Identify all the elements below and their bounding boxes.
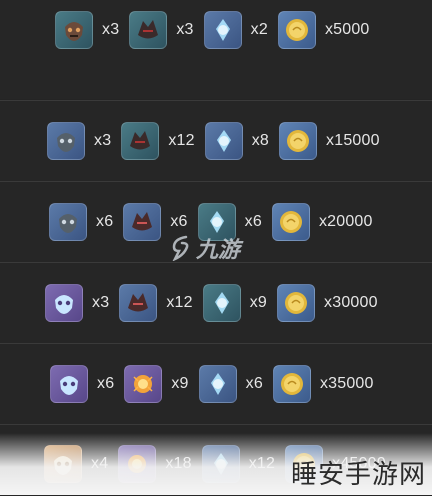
dark-helm-icon	[123, 203, 162, 241]
item-quantity: x6	[244, 213, 262, 230]
spirit-crystal-icon	[198, 365, 237, 403]
spirit-crystal-icon	[202, 284, 241, 322]
reward-row-2: x3 x12 x8 x15000	[0, 100, 432, 181]
item-quantity: x6	[97, 375, 115, 392]
item-quantity: x3	[176, 21, 194, 38]
reward-item: x3	[45, 284, 119, 322]
spirit-crystal-icon	[204, 122, 243, 160]
reward-item: x8	[204, 122, 279, 160]
reward-item: x9	[124, 365, 198, 403]
reward-item: x30000	[277, 284, 388, 322]
spirit-crystal-icon	[203, 11, 242, 49]
jiuyou-logo-icon	[172, 235, 189, 261]
beast-skull-icon	[47, 122, 85, 160]
gold-coin-icon	[271, 203, 310, 241]
reward-item: x3	[47, 122, 121, 160]
reward-row-5: x6 x9 x6 x35000	[0, 343, 432, 424]
item-quantity: x6	[170, 213, 188, 230]
corner-watermark-band: 睡安手游网	[0, 433, 432, 495]
reward-items: x6 x9 x6 x35000	[0, 365, 432, 403]
beast-skull-icon	[49, 203, 87, 241]
item-quantity: x6	[245, 375, 263, 392]
item-quantity: x9	[249, 294, 268, 311]
dark-helm-icon	[121, 122, 160, 160]
reward-item: x2	[203, 11, 278, 49]
corner-watermark-text: 睡安手游网	[290, 460, 426, 490]
watermark-text: 九游	[196, 237, 241, 262]
reward-item: x9	[202, 284, 277, 322]
item-quantity: x30000	[324, 294, 378, 311]
item-quantity: x9	[171, 375, 189, 392]
reward-item: x6	[198, 365, 273, 403]
item-quantity: x35000	[319, 375, 374, 392]
gold-coin-icon	[277, 284, 316, 322]
reward-items: x3 x3 x2 x5000	[0, 11, 432, 49]
beast-skull-icon	[50, 365, 88, 403]
dark-helm-icon	[119, 284, 158, 322]
gold-coin-icon	[272, 365, 311, 403]
reward-item: x12	[121, 122, 204, 160]
item-quantity: x6	[96, 213, 114, 230]
gold-coin-icon	[277, 11, 316, 49]
item-quantity: x20000	[318, 213, 373, 230]
beast-skull-icon	[55, 11, 93, 49]
gold-coin-icon	[279, 122, 318, 160]
reward-row-1: x3 x3 x2 x5000	[0, 0, 432, 99]
watermark-logo: 九游	[170, 232, 240, 264]
reward-item: x3	[55, 11, 129, 49]
item-quantity: x5000	[324, 21, 370, 38]
reward-item: x3	[129, 11, 203, 49]
item-quantity: x3	[102, 21, 120, 38]
item-quantity: x8	[251, 132, 270, 149]
item-quantity: x2	[250, 21, 268, 38]
reward-row-4: x3 x12 x9 x30000	[0, 262, 432, 343]
reward-item: x20000	[271, 203, 383, 241]
reward-item: x6	[49, 203, 123, 241]
reward-item: x35000	[272, 365, 384, 403]
reward-item: x15000	[279, 122, 390, 160]
item-quantity: x12	[168, 132, 195, 149]
reward-item: x12	[119, 284, 202, 322]
reward-items: x3 x12 x8 x15000	[0, 122, 432, 160]
item-quantity: x12	[166, 294, 193, 311]
item-quantity: x3	[92, 294, 110, 311]
reward-items: x3 x12 x9 x30000	[0, 284, 432, 322]
dark-helm-icon	[124, 365, 163, 403]
reward-item: x6	[50, 365, 124, 403]
reward-item: x5000	[277, 11, 380, 49]
item-quantity: x15000	[326, 132, 380, 149]
item-quantity: x3	[94, 132, 112, 149]
dark-helm-icon	[129, 11, 168, 49]
beast-skull-icon	[45, 284, 83, 322]
